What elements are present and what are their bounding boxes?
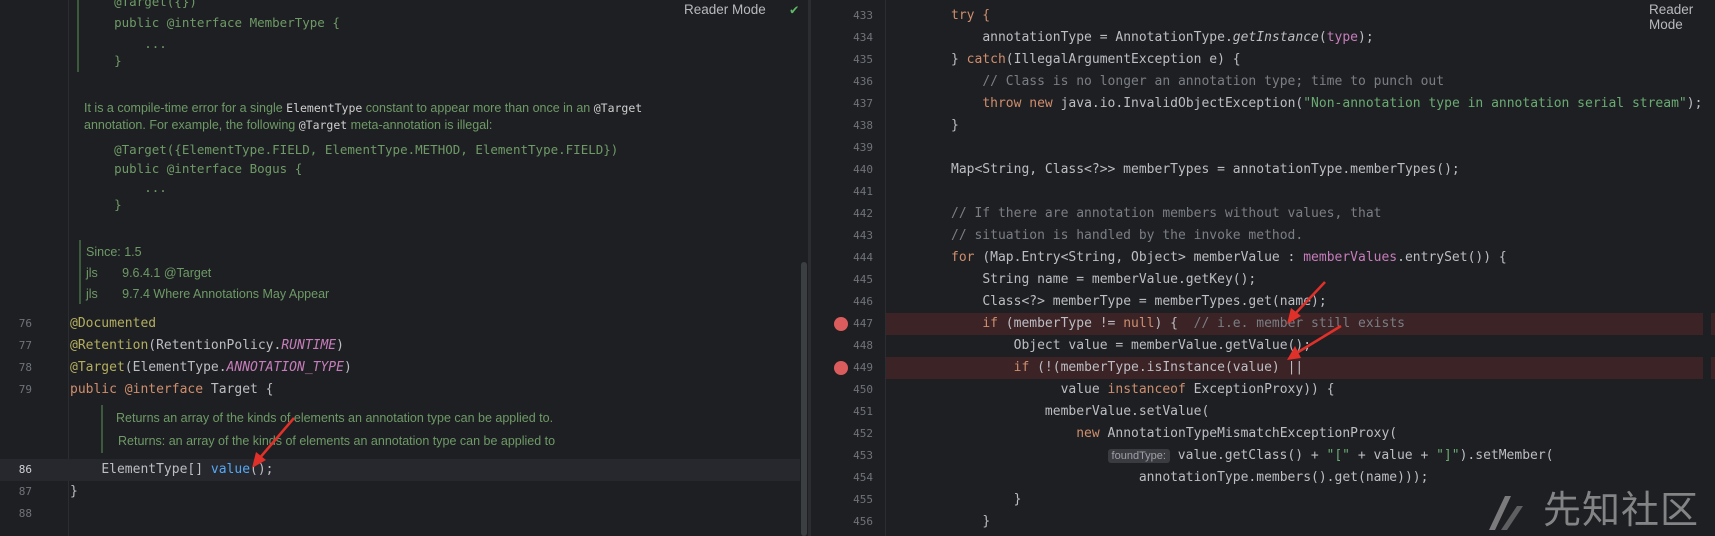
line-number: 447 — [853, 317, 873, 330]
code-line-449[interactable]: if (!(memberType.isInstance(value) || — [951, 357, 1304, 379]
code-line-455[interactable]: } — [951, 489, 1022, 511]
code-line-86[interactable]: ElementType[] value(); — [70, 459, 273, 481]
line-number: 451 — [853, 405, 873, 418]
line-number: 439 — [853, 141, 873, 154]
line-number: 453 — [853, 449, 873, 462]
right-scrollbar[interactable] — [1703, 0, 1711, 536]
code-line-444[interactable]: for (Map.Entry<String, Object> memberVal… — [951, 247, 1507, 269]
doc-error-text-line2: annotation. For example, the following @… — [84, 118, 493, 132]
annotation-arrow-icon — [252, 417, 295, 468]
reader-mode-button[interactable]: Reader Mode — [684, 2, 766, 17]
left-gutter — [0, 0, 68, 536]
doc-error-text-line1: It is a compile-time error for a single … — [84, 101, 643, 115]
line-number: 445 — [853, 273, 873, 286]
code-line-434[interactable]: annotationType = AnnotationType.getInsta… — [951, 27, 1373, 49]
code-line-87[interactable]: } — [70, 481, 78, 503]
line-number: 455 — [853, 493, 873, 506]
annotation-arrow-icon — [1287, 324, 1342, 360]
code-line-448[interactable]: Object value = memberValue.getValue(); — [951, 335, 1311, 357]
line-number: 440 — [853, 163, 873, 176]
line-number: 436 — [853, 75, 873, 88]
line-number: 88 — [18, 507, 32, 520]
doc-code-line: } — [84, 197, 122, 212]
code-line-436[interactable]: // Class is no longer an annotation type… — [951, 71, 1444, 93]
gutter-separator — [68, 0, 69, 536]
code-line-450[interactable]: value instanceof ExceptionProxy)) { — [951, 379, 1335, 401]
code-line-440[interactable]: Map<String, Class<?>> memberTypes = anno… — [951, 159, 1460, 181]
doc-code-line: @Target({}) — [84, 0, 197, 9]
doc-code-line: } — [84, 53, 122, 68]
doc-jls-1: jls 9.6.4.1 @Target — [86, 266, 212, 280]
code-line-76[interactable]: @Documented — [70, 313, 156, 335]
watermark-text: 先知社区 — [1542, 488, 1699, 532]
code-line-435[interactable]: } catch(IllegalArgumentException e) { — [951, 49, 1241, 71]
right-editor-pane[interactable]: Reader Mode 433 434 435 436 437 438 439 440 441 4… — [811, 0, 1715, 536]
line-number: 449 — [853, 361, 873, 374]
doc-comment-bar — [77, 0, 79, 72]
line-number: 437 — [853, 97, 873, 110]
line-number: 434 — [853, 31, 873, 44]
code-line-437[interactable]: throw new java.io.InvalidObjectException… — [951, 93, 1702, 115]
line-number: 448 — [853, 339, 873, 352]
line-number: 443 — [853, 229, 873, 242]
line-number: 77 — [18, 339, 32, 352]
gutter-separator — [885, 0, 886, 536]
doc-code-line: @Target({ElementType.FIELD, ElementType.… — [84, 142, 619, 157]
doc-jls-2: jls 9.7.4 Where Annotations May Appear — [86, 287, 330, 301]
code-line-78[interactable]: @Target(ElementType.ANNOTATION_TYPE) — [70, 357, 352, 379]
line-number: 452 — [853, 427, 873, 440]
line-number: 87 — [18, 485, 32, 498]
line-number: 456 — [853, 515, 873, 528]
code-line-452[interactable]: new AnnotationTypeMismatchExceptionProxy… — [951, 423, 1397, 445]
method-doc-returns: Returns: an array of the kinds of elemen… — [118, 434, 556, 448]
code-line-442[interactable]: // If there are annotation members witho… — [951, 203, 1381, 225]
doc-code-line: public @interface MemberType { — [84, 15, 340, 30]
code-line-77[interactable]: @Retention(RetentionPolicy.RUNTIME) — [70, 335, 344, 357]
code-line-456[interactable]: } — [951, 511, 990, 533]
code-line-79[interactable]: public @interface Target { — [70, 379, 274, 401]
code-line-433[interactable]: try { — [951, 5, 990, 27]
line-number: 444 — [853, 251, 873, 264]
parameter-hint: foundType: — [1107, 449, 1170, 463]
doc-since: Since: 1.5 — [86, 245, 142, 259]
line-number: 86 — [18, 463, 32, 476]
line-number: 441 — [853, 185, 873, 198]
line-number: 450 — [853, 383, 873, 396]
line-number: 79 — [18, 383, 32, 396]
method-doc-summary: Returns an array of the kinds of element… — [116, 411, 554, 425]
doc-code-line: public @interface Bogus { — [84, 161, 303, 176]
line-number: 78 — [18, 361, 32, 374]
code-line-445[interactable]: String name = memberValue.getKey(); — [951, 269, 1256, 291]
line-number: 454 — [853, 471, 873, 484]
line-number: 446 — [853, 295, 873, 308]
line-number: 442 — [853, 207, 873, 220]
code-line-443[interactable]: // situation is handled by the invoke me… — [951, 225, 1303, 247]
doc-comment-bar — [101, 405, 103, 453]
xianzhi-logo-icon — [1489, 496, 1523, 530]
line-number: 76 — [18, 317, 32, 330]
code-line-438[interactable]: } — [951, 115, 959, 137]
left-scrollbar[interactable] — [800, 0, 808, 536]
line-number: 435 — [853, 53, 873, 66]
code-line-453[interactable]: foundType: value.getClass() + "[" + valu… — [951, 445, 1554, 467]
doc-comment-bar — [79, 240, 81, 304]
left-editor-pane[interactable]: Reader Mode ✔ @Target({}) public @interf… — [0, 0, 808, 536]
code-line-451[interactable]: memberValue.setValue( — [951, 401, 1209, 423]
annotation-arrow-icon — [1287, 281, 1326, 324]
code-line-446[interactable]: Class<?> memberType = memberTypes.get(na… — [951, 291, 1326, 313]
check-icon[interactable]: ✔ — [790, 2, 798, 18]
line-number: 438 — [853, 119, 873, 132]
line-number: 433 — [853, 9, 873, 22]
code-line-454[interactable]: annotationType.members().get(name))); — [951, 467, 1429, 489]
